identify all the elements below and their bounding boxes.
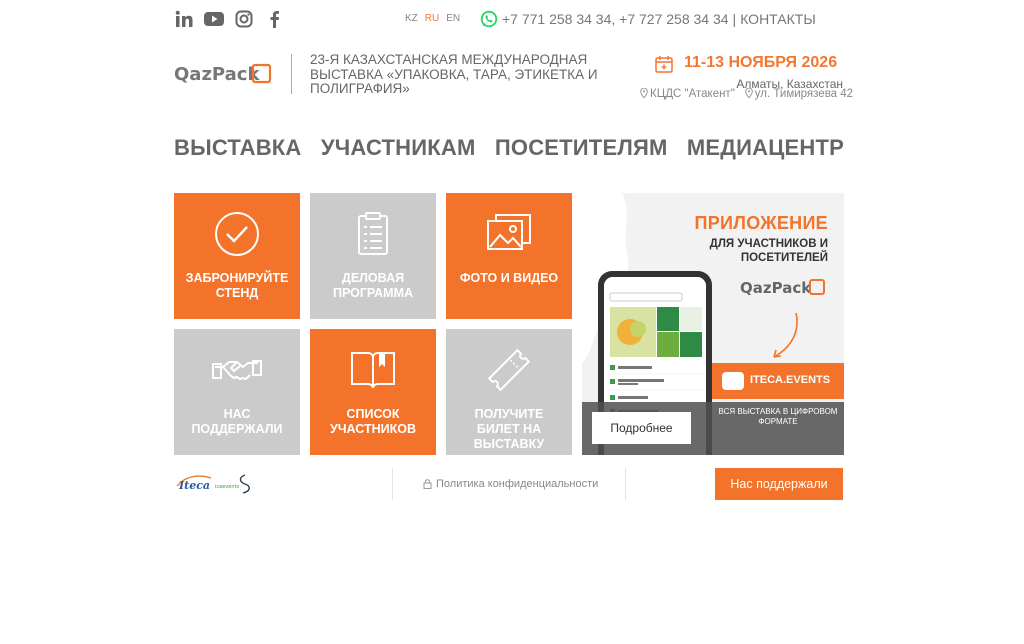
clipboard-icon xyxy=(358,212,388,255)
app-promo-banner[interactable]: ПРИЛОЖЕНИЕ ДЛЯ УЧАСТНИКОВ И ПОСЕТИТЕЛЕЙ … xyxy=(582,193,844,455)
logo-text: QazPack xyxy=(174,64,260,85)
nav-visitors[interactable]: ПОСЕТИТЕЛЯМ xyxy=(495,135,668,161)
promo-logo-text: QazPack xyxy=(740,279,812,297)
tile-label: ЗАБРОНИРУЙТЕ СТЕНД xyxy=(185,271,289,300)
youtube-icon[interactable] xyxy=(204,9,224,29)
privacy-policy-link[interactable]: Политика конфиденциальности xyxy=(423,478,598,490)
venue-item: КЦДС "Атакент" xyxy=(640,88,735,100)
main-nav: ВЫСТАВКА УЧАСТНИКАМ ПОСЕТИТЕЛЯМ МЕДИАЦЕН… xyxy=(174,135,844,161)
open-book-icon xyxy=(351,352,395,389)
footer-divider xyxy=(625,468,626,500)
tile-label: ПОЛУЧИТЕ БИЛЕТ НА ВЫСТАВКУ xyxy=(473,407,545,451)
nav-exhibition[interactable]: ВЫСТАВКА xyxy=(174,135,302,161)
supporters-button[interactable]: Нас поддержали xyxy=(715,468,843,500)
contacts-bar: +7 771 258 34 34, +7 727 258 34 34 | КОН… xyxy=(480,10,816,28)
tile-supporters[interactable]: НАС ПОДДЕРЖАЛИ xyxy=(174,329,300,455)
exhibition-title: 23-я Казахстанская международная выставк… xyxy=(310,52,598,96)
lang-kz[interactable]: KZ xyxy=(405,13,418,24)
contacts-link[interactable]: КОНТАКТЫ xyxy=(740,11,816,27)
venue-name: КЦДС "Атакент" xyxy=(650,88,735,100)
lock-icon xyxy=(423,479,432,489)
gallery-icon xyxy=(487,214,531,250)
street-address: ул. Тимирязева 42 xyxy=(754,88,854,100)
checkmark-circle-icon xyxy=(215,212,259,256)
address-item: ул. Тимирязева 42 xyxy=(744,88,854,100)
whatsapp-icon[interactable] xyxy=(480,10,498,28)
svg-text:icaevents: icaevents xyxy=(215,484,239,490)
footer-divider xyxy=(392,468,393,500)
header-divider xyxy=(291,54,292,94)
digital-format-text: ВСЯ ВЫСТАВКА В ЦИФРОВОМ ФОРМАТЕ xyxy=(718,407,838,426)
tile-label: НАС ПОДДЕРЖАЛИ xyxy=(191,407,283,436)
lang-ru[interactable]: RU xyxy=(425,13,439,24)
event-address: КЦДС "Атакент" ул. Тимирязева 42 xyxy=(640,88,853,100)
band-label: ITECA.EVENTS xyxy=(750,374,831,386)
calendar-icon xyxy=(655,56,673,73)
qazpack-logo[interactable]: QazPack xyxy=(174,62,274,86)
top-bar: KZ RU EN +7 771 258 34 34, +7 727 258 34… xyxy=(174,8,844,32)
facebook-icon[interactable] xyxy=(264,9,284,29)
nav-mediacenter[interactable]: МЕДИАЦЕНТР xyxy=(687,135,844,161)
location-pin-icon xyxy=(640,88,648,98)
linkedin-icon[interactable] xyxy=(174,9,194,29)
iteca-events-band: ITECA.EVENTS xyxy=(712,363,844,399)
iteca-logo-icon xyxy=(722,372,744,390)
promo-title: ПРИЛОЖЕНИЕ xyxy=(694,213,828,233)
privacy-label: Политика конфиденциальности xyxy=(436,478,599,490)
promo-qazpack-logo: QazPack xyxy=(740,279,825,297)
phone-numbers[interactable]: +7 771 258 34 34, +7 727 258 34 34 xyxy=(502,11,729,27)
iteca-logo[interactable]: Iteca icaevents xyxy=(175,472,255,496)
tile-get-ticket[interactable]: ПОЛУЧИТЕ БИЛЕТ НА ВЫСТАВКУ xyxy=(446,329,572,455)
tile-label: ДЕЛОВАЯ ПРОГРАММА xyxy=(332,271,414,300)
language-switcher: KZ RU EN xyxy=(405,13,460,24)
nav-exhibitors[interactable]: УЧАСТНИКАМ xyxy=(321,135,476,161)
lang-en[interactable]: EN xyxy=(446,13,460,24)
tile-photo-video[interactable]: ФОТО И ВИДЕО xyxy=(446,193,572,319)
tile-business-program[interactable]: ДЕЛОВАЯ ПРОГРАММА xyxy=(310,193,436,319)
promo-subtitle: ДЛЯ УЧАСТНИКОВ И ПОСЕТИТЕЛЕЙ xyxy=(709,238,828,264)
curved-arrow-icon xyxy=(773,312,798,358)
tile-book-stand[interactable]: ЗАБРОНИРУЙТЕ СТЕНД xyxy=(174,193,300,319)
social-links xyxy=(174,9,284,29)
handshake-icon xyxy=(212,360,262,381)
tile-label: СПИСОК УЧАСТНИКОВ xyxy=(329,407,417,436)
svg-text:Iteca: Iteca xyxy=(178,479,210,492)
ticket-icon xyxy=(487,348,531,392)
instagram-icon[interactable] xyxy=(234,9,254,29)
more-button[interactable]: Подробнее xyxy=(592,412,691,444)
event-date: 11-13 НОЯБРЯ 2026 xyxy=(684,54,838,71)
location-pin-icon xyxy=(744,88,753,98)
separator: | xyxy=(732,11,737,27)
tile-label: ФОТО И ВИДЕО xyxy=(459,271,559,285)
tile-exhibitor-list[interactable]: СПИСОК УЧАСТНИКОВ xyxy=(310,329,436,455)
